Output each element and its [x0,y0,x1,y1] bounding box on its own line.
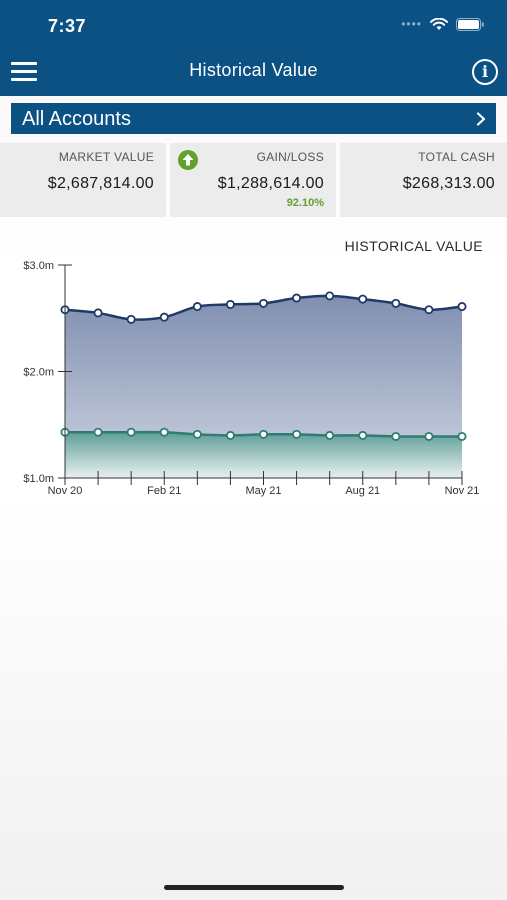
series-2-point [192,429,202,439]
wifi-icon [430,17,448,30]
chart-svg: $1.0m $2.0m $3.0m Nov 20 Feb 21 May 21 Aug 21 N… [23,260,480,497]
series-2-point [358,430,368,440]
series-2-point [93,427,103,437]
series-2-point [258,429,268,439]
market-value-amount: $2,687,814.00 [47,175,154,192]
series-2-point [225,430,235,440]
series-1-point [126,314,136,324]
status-time: 7:37 [48,16,87,36]
series-1-point [457,302,467,312]
x-tick-label: Nov 20 [48,485,83,497]
y-tick-label: $1.0m [23,473,54,485]
x-tick-label: Nov 21 [445,485,480,497]
status-icons: •••• [401,17,485,31]
series-1-point [358,294,368,304]
market-value-card: MARKET VALUE $2,687,814.00 [0,143,166,217]
battery-icon [456,17,484,31]
cellular-signal-icon: •••• [401,17,422,31]
historical-value-chart: HISTORICAL VALUE $1.0m $2.0m $3.0m Nov 20 Fe… [0,222,507,512]
status-bar: 7:37 •••• [0,0,507,46]
x-tick-label: May 21 [245,485,281,497]
gain-loss-card: GAIN/LOSS $1,288,614.00 92.10% [170,143,336,217]
page-title: Historical Value [189,60,318,80]
series-2-point [159,427,169,437]
series-1-point [258,298,268,308]
nav-bar: Historical Value i [0,46,507,96]
gain-loss-percent: 92.10% [286,197,324,209]
gain-loss-label: GAIN/LOSS [256,150,324,164]
series-2-point [325,430,335,440]
home-indicator [164,885,344,890]
account-selector-label: All Accounts [22,108,131,130]
total-cash-card: TOTAL CASH $268,313.00 [340,143,507,217]
series-2-point [424,431,434,441]
series-1-point [93,308,103,318]
chevron-right-icon [476,112,486,126]
y-tick-label: $2.0m [23,367,54,379]
series-1-point [159,312,169,322]
total-cash-amount: $268,313.00 [402,175,495,192]
total-cash-label: TOTAL CASH [418,150,495,164]
x-tick-label: Aug 21 [345,485,380,497]
chart-title: HISTORICAL VALUE [344,238,483,254]
x-tick-label: Feb 21 [147,485,181,497]
arrow-up-circle-icon [178,150,198,170]
series-1-point [325,291,335,301]
market-value-label: MARKET VALUE [58,150,154,164]
series-1-point [225,299,235,309]
series-2-point [292,429,302,439]
series-2-point [126,427,136,437]
gain-loss-amount: $1,288,614.00 [217,175,324,192]
series-2-point [391,431,401,441]
info-icon[interactable]: i [472,59,498,85]
y-tick-label: $3.0m [23,260,54,272]
series-1-point [292,293,302,303]
series-1-point [192,302,202,312]
series-2-point [457,431,467,441]
account-selector[interactable]: All Accounts [11,103,496,134]
series-1-point [391,298,401,308]
series-1-point [424,305,434,315]
